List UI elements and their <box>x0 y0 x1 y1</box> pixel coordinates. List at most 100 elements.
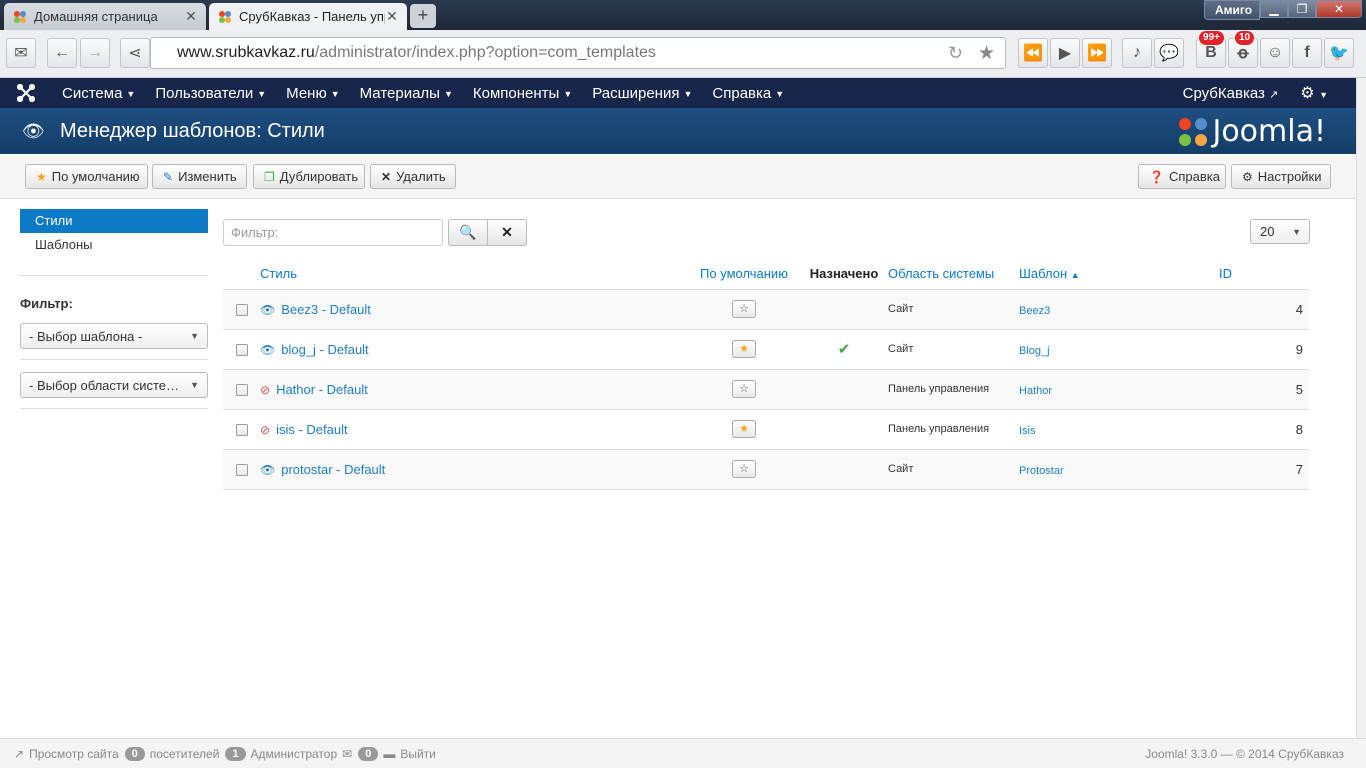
template-link[interactable]: Isis <box>1019 425 1036 437</box>
view-site-link[interactable]: Просмотр сайта <box>29 747 119 761</box>
site-link[interactable]: СрубКавказ ↗ <box>1183 85 1301 102</box>
bookmark-star-icon[interactable]: ★ <box>978 42 995 65</box>
music-icon[interactable]: ♪ <box>1122 38 1152 68</box>
vertical-scrollbar[interactable] <box>1356 78 1366 738</box>
star-icon: ★ <box>36 169 47 184</box>
set-default-star-icon[interactable]: ☆ <box>732 380 756 398</box>
back-button[interactable]: ← <box>47 38 77 68</box>
help-button[interactable]: ❓ Справка <box>1138 164 1226 189</box>
row-checkbox[interactable] <box>235 384 248 397</box>
profile-button[interactable]: Амиго <box>1204 0 1260 20</box>
eye-slash-icon[interactable]: ⊘ <box>260 383 270 397</box>
edit-button[interactable]: ✎ Изменить <box>152 164 247 189</box>
header-default[interactable]: По умолчанию <box>688 258 800 290</box>
header-client[interactable]: Область системы <box>888 258 1019 290</box>
new-tab-button[interactable]: + <box>410 4 436 28</box>
mail-icon[interactable]: ✉ <box>6 38 36 68</box>
make-default-button[interactable]: ★ По умолчанию <box>25 164 148 189</box>
caret-down-icon: ▼ <box>1292 226 1301 237</box>
menu-system[interactable]: Система ▼ <box>52 85 145 102</box>
client-cell: Панель управления <box>888 369 1019 410</box>
button-label: По умолчанию <box>51 169 140 184</box>
style-link[interactable]: blog_j - Default <box>281 342 368 357</box>
facebook-icon[interactable]: f <box>1292 38 1322 68</box>
eye-icon[interactable]: 👁 <box>260 303 275 317</box>
table-row: 👁 protostar - Default ☆ Сайт Protostar 7 <box>223 449 1309 490</box>
template-link[interactable]: Protostar <box>1019 465 1064 477</box>
vk-icon[interactable]: B 99+ <box>1196 31 1226 68</box>
options-button[interactable]: ⚙ Настройки <box>1231 164 1331 189</box>
menu-content[interactable]: Материалы ▼ <box>350 85 463 102</box>
rewind-icon[interactable]: ⏪ <box>1018 38 1048 68</box>
style-link[interactable]: protostar - Default <box>281 462 385 477</box>
eye-icon[interactable]: 👁 <box>260 463 275 477</box>
id-cell: 5 <box>1219 369 1309 410</box>
duplicate-button[interactable]: ❐ Дублировать <box>253 164 365 189</box>
share-icon[interactable]: ⋖ <box>120 38 150 68</box>
menu-components[interactable]: Компоненты ▼ <box>463 85 582 102</box>
search-input[interactable]: Фильтр: <box>223 219 443 246</box>
template-link[interactable]: Blog_j <box>1019 345 1050 357</box>
template-link[interactable]: Hathor <box>1019 385 1052 397</box>
divider <box>20 408 208 409</box>
sidebar-item-styles[interactable]: Стили <box>20 209 208 233</box>
default-cell: ☆ <box>688 369 800 410</box>
style-link[interactable]: Hathor - Default <box>276 382 368 397</box>
header-template[interactable]: Шаблон ▲ <box>1019 258 1219 290</box>
eye-slash-icon[interactable]: ⊘ <box>260 423 270 437</box>
odnoklassniki-icon[interactable]: ꝋ 10 <box>1228 31 1258 68</box>
close-window-button[interactable]: ✕ <box>1316 0 1362 18</box>
minimize-button[interactable]: ▁ <box>1260 0 1288 18</box>
menu-users[interactable]: Пользователи ▼ <box>145 85 276 102</box>
header-id[interactable]: ID <box>1219 258 1309 290</box>
list-limit-select[interactable]: 20 ▼ <box>1250 219 1310 244</box>
browser-tab-home[interactable]: Домашняя страница ✕ <box>4 3 206 30</box>
tab-close-icon[interactable]: ✕ <box>184 8 198 25</box>
clear-search-button[interactable]: ✕ <box>487 219 527 246</box>
template-link[interactable]: Beez3 <box>1019 305 1050 317</box>
chat-icon[interactable]: 💬 <box>1154 38 1184 68</box>
caret-down-icon: ▼ <box>257 88 267 99</box>
header-style[interactable]: Стиль <box>260 258 688 290</box>
styles-table: Стиль По умолчанию Назначено Область сис… <box>223 258 1309 490</box>
menu-menus[interactable]: Меню ▼ <box>276 85 349 102</box>
template-filter-select[interactable]: - Выбор шаблона - ▼ <box>20 323 208 349</box>
set-default-star-icon[interactable]: ☆ <box>732 300 756 318</box>
tab-close-icon[interactable]: ✕ <box>385 8 399 25</box>
row-checkbox[interactable] <box>235 464 248 477</box>
row-checkbox[interactable] <box>235 344 248 357</box>
play-icon[interactable]: ▶ <box>1050 38 1080 68</box>
search-button[interactable]: 🔍 <box>448 219 488 246</box>
row-checkbox[interactable] <box>235 424 248 437</box>
twitter-icon[interactable]: 🐦 <box>1324 38 1354 68</box>
fast-forward-icon[interactable]: ⏩ <box>1082 38 1112 68</box>
maximize-button[interactable]: ❐ <box>1288 0 1316 18</box>
page-title: Менеджер шаблонов: Стили <box>60 119 325 142</box>
menu-extensions[interactable]: Расширения ▼ <box>582 85 702 102</box>
eye-icon[interactable]: 👁 <box>260 343 275 357</box>
default-star-icon[interactable]: ★ <box>732 420 756 438</box>
sidebar-item-templates[interactable]: Шаблоны <box>20 233 208 257</box>
logout-link[interactable]: Выйти <box>400 747 436 761</box>
forward-button[interactable]: → <box>80 38 110 68</box>
id-cell: 7 <box>1219 449 1309 490</box>
menu-help[interactable]: Справка ▼ <box>702 85 794 102</box>
delete-button[interactable]: ✕ Удалить <box>370 164 456 189</box>
client-filter-select[interactable]: - Выбор области систе… ▼ <box>20 372 208 398</box>
joomla-logo-icon[interactable] <box>0 84 52 102</box>
browser-tab-admin[interactable]: СрубКавказ - Панель упра ✕ <box>209 3 407 30</box>
row-checkbox[interactable] <box>235 304 248 317</box>
default-star-icon[interactable]: ★ <box>732 340 756 358</box>
style-link[interactable]: isis - Default <box>276 422 348 437</box>
button-label: Справка <box>1168 169 1220 184</box>
mail-icon: ✉ <box>342 746 353 761</box>
set-default-star-icon[interactable]: ☆ <box>732 460 756 478</box>
default-cell: ★ <box>688 409 800 450</box>
external-link-icon: ↗ <box>1269 88 1279 101</box>
menu-label: Расширения <box>592 84 680 102</box>
style-link[interactable]: Beez3 - Default <box>281 302 371 317</box>
moi-mir-icon[interactable]: ☺ <box>1260 38 1290 68</box>
address-bar[interactable]: www.srubkavkaz.ru/administrator/index.ph… <box>150 37 1006 69</box>
reload-icon[interactable]: ↻ <box>948 43 963 64</box>
default-cell: ☆ <box>688 289 800 330</box>
